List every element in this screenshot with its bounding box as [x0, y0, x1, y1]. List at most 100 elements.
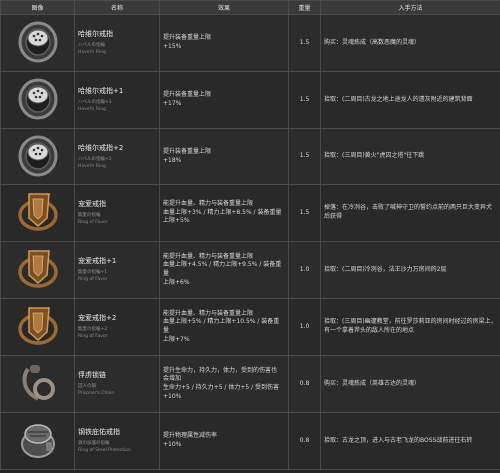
ring-source: 购买：灵魂炼成（英雄古达的灵魂）: [320, 355, 500, 413]
ring-japanese-name: 鉄の加護の指輪: [78, 441, 110, 446]
ring-weight: 1.5: [288, 14, 321, 72]
effect-line: 提升装备重量上限: [163, 91, 212, 99]
ring-japanese-name: ハベルの指輪+2: [78, 156, 112, 162]
table-row: 俘虏锁链囚人の鎖 Prisoner's Chain 提升生命力，持久力，体力，受到的…: [0, 355, 500, 413]
ring-english-name: Ring of Steel Protection: [78, 448, 131, 453]
ring-weight: 1.5: [288, 71, 321, 129]
ring-image-cell: [0, 412, 75, 470]
ring-japanese-name: 囚人の鎖: [78, 384, 96, 389]
havel-ring-icon: [1, 75, 74, 125]
effect-line: +18%: [163, 156, 182, 164]
ring-source: 掉落：在冷冽谷，击败了喊神守卫的誓约点前的两只巨大变异犬后获得: [320, 184, 500, 242]
table-row: 哈维尔戒指+2 ハベルの指輪+2 Havel's Ring 提升装备重量上限 +18% 1…: [0, 128, 500, 185]
effect-line: 会增加: [163, 375, 182, 383]
effect-line: 提升装备重量上限: [163, 34, 212, 42]
ring-weight: 1.0: [288, 241, 321, 299]
steel-protection-icon: [1, 416, 74, 466]
ring-name: 哈维尔戒指+2: [78, 143, 124, 152]
ring-japanese-name: 寵愛の指輪+2: [78, 327, 108, 332]
ring-english-name: Havel's Ring: [78, 107, 106, 112]
ring-effect-cell: 能提升血量、精力与装备重量上限 血量上限+5% / 精力上限+10.5% / 装备…: [159, 298, 289, 356]
header-image: 图像: [0, 0, 75, 15]
ring-japanese-name: 寵愛の指輪: [78, 213, 101, 218]
ring-japanese-name: 寵愛の指輪+1: [78, 270, 108, 275]
header-effect: 效果: [159, 0, 289, 15]
ring-english-name: Ring of Favor: [78, 220, 108, 225]
ring-image-cell: [0, 184, 75, 242]
ring-effect-cell: 提升装备重量上限 +17%: [159, 71, 289, 129]
ring-effect-cell: 提升装备重量上限 +15%: [159, 14, 289, 72]
ring-weight: 1.5: [288, 128, 321, 185]
ring-japanese-name: ハベルの指輪: [78, 43, 105, 48]
ring-name: 哈维尔戒指: [78, 30, 113, 38]
ring-source: 拾取：(三周目)黄火"虎囚之塔"往下跳: [320, 128, 500, 185]
ring-name-cell: 钢铁庇佑戒指 鉄の加護の指輪 Ring of Steel Protection: [74, 412, 160, 470]
ring-weight: 0.8: [288, 355, 321, 413]
ring-name: 宠爱戒指: [78, 200, 106, 208]
ring-name-cell: 宠爱戒指+2 寵愛の指輪+2 Ring of Favor: [74, 298, 160, 356]
effect-line: 血量上限+4.5% / 精力上限+9.5% / 装备重量: [163, 261, 282, 277]
ring-source: 拾取：(二周目)古龙之地上途龙人的遗灰附近的建筑背面: [320, 71, 500, 129]
table-row: 宠爱戒指寵愛の指輪 Ring of Favor 能提升血量、精力与装备重量上限 血量上…: [0, 184, 500, 242]
effect-line: 提升生命力，持久力，体力，受到的伤害也: [163, 366, 278, 374]
ring-image-cell: [0, 14, 75, 72]
effect-line: 上限+6%: [163, 278, 190, 286]
ring-image-cell: [0, 355, 75, 413]
havel-ring-icon: [1, 132, 74, 182]
effect-line: +10%: [163, 392, 182, 400]
favor-ring-icon: [1, 188, 74, 238]
ring-image-cell: [0, 298, 75, 356]
ring-weight: 1.0: [288, 298, 321, 356]
ring-image-cell: [0, 241, 75, 299]
ring-english-name: Ring of Favor: [78, 277, 108, 282]
favor-ring-icon: [1, 245, 74, 295]
effect-line: 血量上限+5% / 精力上限+10.5% / 装备重量: [163, 318, 280, 334]
ring-table: 图像 名称 效果 重量 入手方法 哈维尔戒指ハベルの指輪 Havel's Ring…: [0, 0, 500, 470]
ring-source: 拾取：(二周目)冷冽谷，法王沙力万房间的2层: [320, 241, 500, 299]
ring-effect-cell: 提升装备重量上限 +18%: [159, 128, 289, 185]
havel-ring-icon: [1, 18, 74, 68]
effect-line: 提升物理属性减伤率: [163, 432, 218, 440]
ring-name: 俘虏锁链: [78, 371, 106, 379]
ring-name-cell: 俘虏锁链囚人の鎖 Prisoner's Chain: [74, 355, 160, 413]
ring-english-name: Ring of Favor: [78, 334, 108, 339]
table-row: 哈维尔戒指 ハベルの指輪 Havel's Ring 提升装备重量上限 +15% 1.5 购买…: [0, 14, 500, 72]
effect-line: 上限+5%: [163, 217, 190, 225]
effect-line: 提升装备重量上限: [163, 147, 212, 155]
effect-line: +10%: [163, 441, 182, 448]
ring-english-name: Havel's Ring: [78, 163, 106, 169]
table-header-row: 图像 名称 效果 重量 入手方法: [0, 0, 500, 15]
ring-weight: 0.8: [288, 412, 321, 470]
ring-name: 宠爱戒指+1: [78, 257, 117, 265]
effect-line: 上限+7%: [163, 335, 190, 343]
ring-name-cell: 哈维尔戒指+2 ハベルの指輪+2 Havel's Ring: [74, 128, 160, 185]
ring-effect-cell: 能提升血量、精力与装备重量上限 血量上限+4.5% / 精力上限+9.5% / 装…: [159, 241, 289, 299]
ring-english-name: Prisoner's Chain: [78, 391, 115, 396]
ring-image-cell: [0, 71, 75, 129]
ring-name: 哈维尔戒指+1: [78, 87, 124, 95]
favor-ring-icon: [1, 302, 74, 352]
ring-name-cell: 宠爱戒指+1 寵愛の指輪+1 Ring of Favor: [74, 241, 160, 299]
ring-weight: 1.5: [288, 184, 321, 242]
ring-name-cell: 宠爱戒指寵愛の指輪 Ring of Favor: [74, 184, 160, 242]
header-source: 入手方法: [320, 0, 500, 15]
prisoner-chain-icon: [1, 359, 74, 409]
ring-effect-cell: 提升物理属性减伤率 +10%: [159, 412, 289, 470]
ring-source: 购买：灵魂炼成（高数恶魔的灵魂）: [320, 14, 500, 72]
table-row: 哈维尔戒指+1 ハベルの指輪+1 Havel's Ring 提升装备重量上限 +17% 1…: [0, 71, 500, 129]
table-row: 宠爱戒指+1 寵愛の指輪+1 Ring of Favor 能提升血量、精力与装备重量上…: [0, 241, 500, 299]
effect-line: +15%: [163, 43, 182, 50]
effect-line: 血量上限+3% / 精力上限+8.5% / 装备重量: [163, 208, 282, 216]
ring-name-cell: 哈维尔戒指ハベルの指輪 Havel's Ring: [74, 14, 160, 72]
ring-name: 钢铁庇佑戒指: [78, 428, 120, 436]
ring-source: 拾取：古龙之顶，进入与古老飞龙的BOSS战前进往右转: [320, 412, 500, 470]
effect-line: 能提升血量、精力与装备重量上限: [163, 200, 254, 208]
ring-source: 拾取：(三周目)幽邃教堂，前往罗莎莉亚的房间时经过的房梁上，有一个拿着斧头的敌人…: [320, 298, 500, 356]
header-name: 名称: [74, 0, 160, 15]
ring-name: 宠爱戒指+2: [78, 314, 117, 322]
ring-effect-cell: 提升生命力，持久力，体力，受到的伤害也 会增加 生命力+5 / 持久力+5 / 体力…: [159, 355, 289, 413]
ring-english-name: Havel's Ring: [78, 50, 106, 55]
effect-line: +17%: [163, 100, 182, 107]
table-row: 宠爱戒指+2 寵愛の指輪+2 Ring of Favor 能提升血量、精力与装备重量上…: [0, 298, 500, 356]
ring-effect-cell: 能提升血量、精力与装备重量上限 血量上限+3% / 精力上限+8.5% / 装备重…: [159, 184, 289, 242]
